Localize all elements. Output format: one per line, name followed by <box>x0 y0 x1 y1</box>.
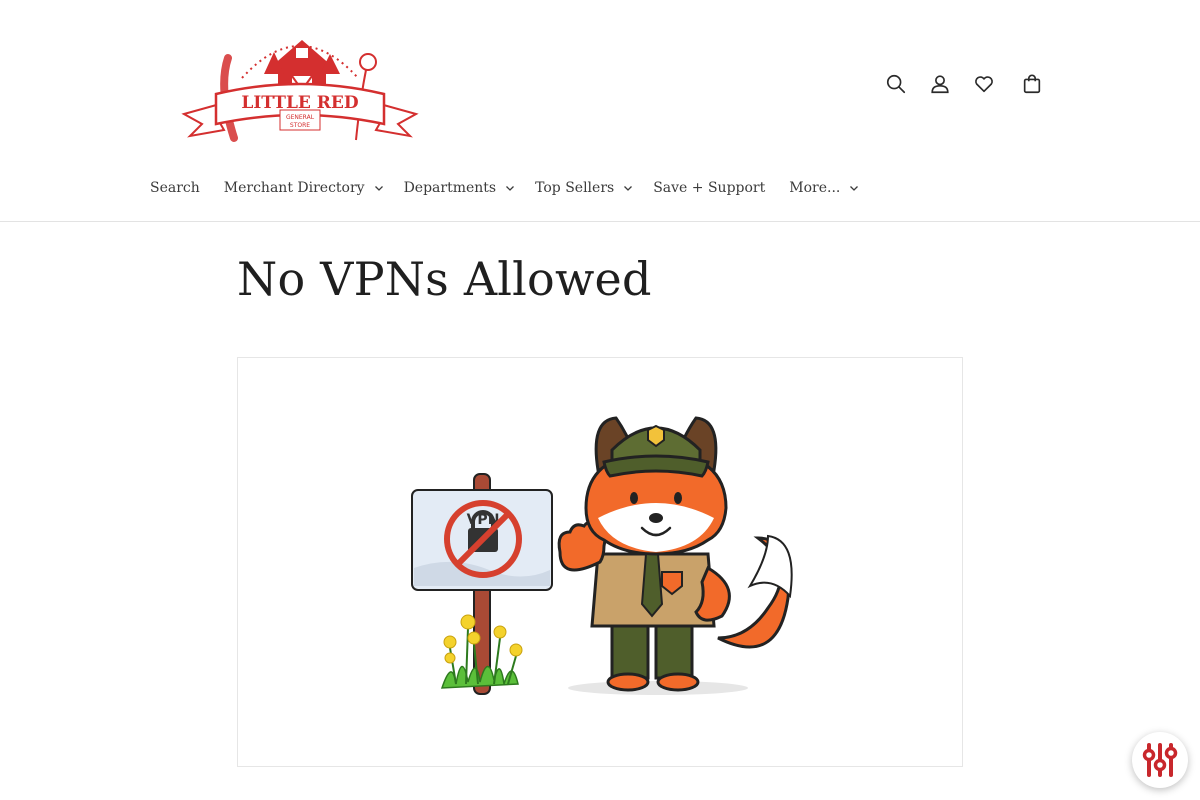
nav-item-label: Top Sellers <box>535 180 615 196</box>
heart-icon[interactable] <box>968 68 1000 100</box>
chevron-down-icon <box>374 186 383 191</box>
account-icon[interactable] <box>924 68 956 100</box>
chevron-down-icon <box>624 186 633 191</box>
chevron-down-icon <box>850 186 859 191</box>
logo-text-store: STORE <box>290 122 310 129</box>
illustration-card: VPN <box>237 357 963 767</box>
page-title: No VPNs Allowed <box>237 252 652 306</box>
nav-item-merchant-directory[interactable]: Merchant Directory <box>224 180 384 196</box>
nav-item-top-sellers[interactable]: Top Sellers <box>535 180 633 196</box>
search-icon[interactable] <box>880 68 912 100</box>
nav-item-label: Search <box>150 180 200 196</box>
store-logo[interactable]: LITTLE RED GENERAL STORE <box>180 18 420 152</box>
nav-item-search[interactable]: Search <box>150 180 200 196</box>
nav-item-departments[interactable]: Departments <box>404 180 516 196</box>
nav-item-more[interactable]: More... <box>789 180 859 196</box>
nav-item-label: Departments <box>403 180 497 196</box>
nav-item-label: Merchant Directory <box>223 180 365 196</box>
site-header: LITTLE RED GENERAL STORE Search Merchant… <box>0 0 1200 222</box>
header-icon-bar <box>880 68 1048 100</box>
logo-graphic: LITTLE RED GENERAL STORE <box>181 40 419 142</box>
logo-text-general: GENERAL <box>286 114 315 121</box>
sliders-icon <box>1142 743 1178 777</box>
nav-item-label: More... <box>789 180 841 196</box>
chevron-down-icon <box>506 186 515 191</box>
nav-item-save-support[interactable]: Save + Support <box>653 180 765 196</box>
main-nav: Search Merchant Directory Departments To… <box>150 176 859 200</box>
accessibility-settings-button[interactable] <box>1132 732 1188 788</box>
bag-icon[interactable] <box>1016 68 1048 100</box>
fox-guard-illustration: VPN <box>411 416 793 695</box>
nav-item-label: Save + Support <box>653 180 766 196</box>
